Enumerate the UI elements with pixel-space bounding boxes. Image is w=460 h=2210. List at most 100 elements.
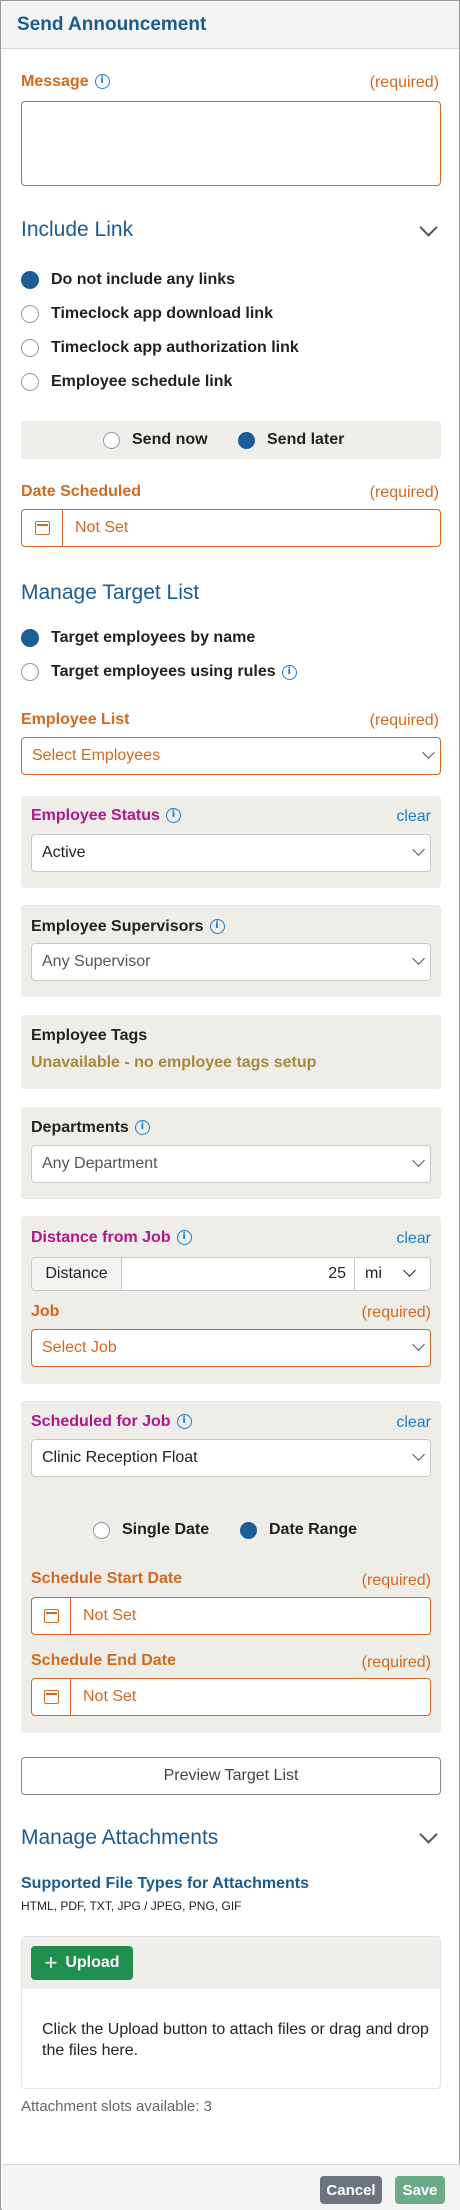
schedule-end-label: Schedule End Date: [31, 1652, 176, 1669]
message-label: Message: [21, 73, 89, 90]
distance-clear-link[interactable]: clear: [396, 1230, 431, 1248]
info-icon[interactable]: i: [176, 1414, 192, 1430]
radio-target-by-name[interactable]: Target employees by name: [21, 629, 255, 647]
distance-from-job-panel: Distance from Job i clear Distance 25 mi …: [21, 1216, 441, 1384]
radio-selected-icon[interactable]: [21, 629, 39, 647]
scheduled-for-job-panel: Scheduled for Job i clear Clinic Receptio…: [21, 1401, 441, 1733]
radio-icon[interactable]: [21, 373, 39, 391]
calendar-icon[interactable]: [43, 1690, 59, 1704]
radio-label: Timeclock app download link: [51, 305, 273, 322]
employee-tags-panel: Employee Tags Unavailable - no employee …: [21, 1015, 441, 1089]
employee-list-placeholder: Select Employees: [32, 747, 161, 764]
radio-label: Do not include any links: [51, 271, 236, 288]
schedule-end-field[interactable]: Not Set: [31, 1678, 431, 1716]
date-range-option[interactable]: Date Range: [240, 1521, 357, 1539]
schedule-start-required: (required): [361, 1572, 431, 1589]
send-now-option[interactable]: Send now: [103, 431, 208, 449]
upload-dropzone[interactable]: + Upload Click the Upload button to atta…: [21, 1936, 441, 2089]
chevron-down-icon: [412, 843, 425, 856]
distance-value: 25: [328, 1265, 346, 1282]
radio-icon[interactable]: [21, 663, 39, 681]
radio-selected-icon[interactable]: [238, 431, 255, 449]
employee-supervisors-select[interactable]: Any Supervisor: [31, 943, 431, 981]
attachments-title: Manage Attachments: [21, 1826, 219, 1849]
calendar-icon[interactable]: [43, 1609, 59, 1623]
scheduled-clear-link[interactable]: clear: [396, 1414, 431, 1432]
radio-icon[interactable]: [93, 1521, 110, 1539]
dialog-footer: Cancel Save: [2, 2164, 460, 2210]
schedule-end-value: Not Set: [83, 1688, 137, 1705]
distance-input[interactable]: 25: [122, 1258, 355, 1290]
date-scheduled-field[interactable]: Not Set: [21, 509, 441, 547]
message-required: (required): [369, 74, 439, 91]
upload-label: Upload: [65, 1954, 120, 1971]
chevron-down-icon: [412, 1338, 425, 1351]
radio-selected-icon[interactable]: [21, 271, 39, 289]
preview-target-list-button[interactable]: Preview Target List: [21, 1757, 441, 1795]
info-icon[interactable]: i: [281, 664, 297, 680]
employee-supervisors-panel: Employee Supervisors i Any Supervisor: [21, 905, 441, 997]
info-icon[interactable]: i: [176, 1230, 192, 1246]
cancel-button[interactable]: Cancel: [320, 2176, 382, 2204]
upload-button[interactable]: + Upload: [31, 1946, 133, 1980]
radio-target-by-rules[interactable]: Target employees using rules i: [21, 663, 297, 681]
include-link-title: Include Link: [21, 218, 134, 241]
info-icon[interactable]: i: [94, 74, 110, 90]
job-required: (required): [361, 1304, 431, 1321]
employee-status-clear-link[interactable]: clear: [396, 808, 431, 826]
radio-icon[interactable]: [21, 305, 39, 323]
announcement-dialog: Send Announcement Message i (required) In…: [0, 0, 460, 2210]
job-select[interactable]: Select Job: [31, 1329, 431, 1367]
message-label-row: Message i: [21, 73, 110, 91]
single-date-label: Single Date: [122, 1521, 210, 1538]
radio-label: Employee schedule link: [51, 373, 233, 390]
job-placeholder: Select Job: [42, 1339, 117, 1356]
employee-tags-label: Employee Tags: [31, 1027, 148, 1044]
distance-from-job-label: Distance from Job: [31, 1229, 171, 1246]
send-later-option[interactable]: Send later: [238, 431, 344, 449]
target-list-title: Manage Target List: [21, 581, 200, 604]
info-icon[interactable]: i: [165, 808, 181, 824]
info-icon[interactable]: i: [209, 919, 225, 935]
info-icon[interactable]: i: [134, 1120, 150, 1136]
schedule-end-required: (required): [361, 1654, 431, 1671]
departments-select[interactable]: Any Department: [31, 1145, 431, 1183]
schedule-start-field[interactable]: Not Set: [31, 1597, 431, 1635]
distance-unit-select[interactable]: mi: [355, 1258, 430, 1290]
attachment-slots: Attachment slots available: 3: [21, 2098, 212, 2115]
radio-download-link[interactable]: Timeclock app download link: [21, 305, 273, 323]
employee-supervisors-label: Employee Supervisors: [31, 918, 204, 935]
departments-value: Any Department: [42, 1155, 158, 1172]
message-textarea[interactable]: [21, 101, 441, 186]
distance-unit-value: mi: [365, 1265, 382, 1282]
chevron-down-icon: [403, 1264, 416, 1277]
single-date-option[interactable]: Single Date: [93, 1521, 209, 1539]
send-mode-toggle: Send now Send later: [21, 421, 441, 459]
radio-icon[interactable]: [103, 431, 120, 449]
send-now-label: Send now: [132, 431, 208, 448]
chevron-down-icon: [412, 1154, 425, 1167]
chevron-down-icon[interactable]: [419, 1825, 438, 1844]
distance-addon-label: Distance: [45, 1265, 108, 1282]
distance-input-group: Distance 25 mi: [31, 1257, 431, 1291]
dropzone-text: Click the Upload button to attach files …: [42, 2021, 429, 2059]
radio-no-links[interactable]: Do not include any links: [21, 271, 235, 289]
employee-list-select[interactable]: Select Employees: [21, 737, 441, 775]
radio-label: Timeclock app authorization link: [51, 339, 299, 356]
save-button[interactable]: Save: [395, 2176, 445, 2204]
employee-supervisors-value: Any Supervisor: [42, 953, 151, 970]
employee-status-select[interactable]: Active: [31, 834, 431, 872]
send-later-label: Send later: [267, 431, 345, 448]
radio-icon[interactable]: [21, 339, 39, 357]
chevron-down-icon[interactable]: [419, 218, 438, 237]
chevron-down-icon: [422, 746, 435, 759]
supported-types-list: HTML, PDF, TXT, JPG / JPEG, PNG, GIF: [21, 1899, 242, 1913]
radio-selected-icon[interactable]: [240, 1521, 257, 1539]
radio-authorization-link[interactable]: Timeclock app authorization link: [21, 339, 299, 357]
departments-label: Departments: [31, 1119, 129, 1136]
date-scheduled-label: Date Scheduled: [21, 483, 142, 500]
calendar-icon[interactable]: [34, 521, 50, 535]
scheduled-job-select[interactable]: Clinic Reception Float: [31, 1439, 431, 1477]
radio-schedule-link[interactable]: Employee schedule link: [21, 373, 232, 391]
employee-status-label: Employee Status: [31, 807, 160, 824]
